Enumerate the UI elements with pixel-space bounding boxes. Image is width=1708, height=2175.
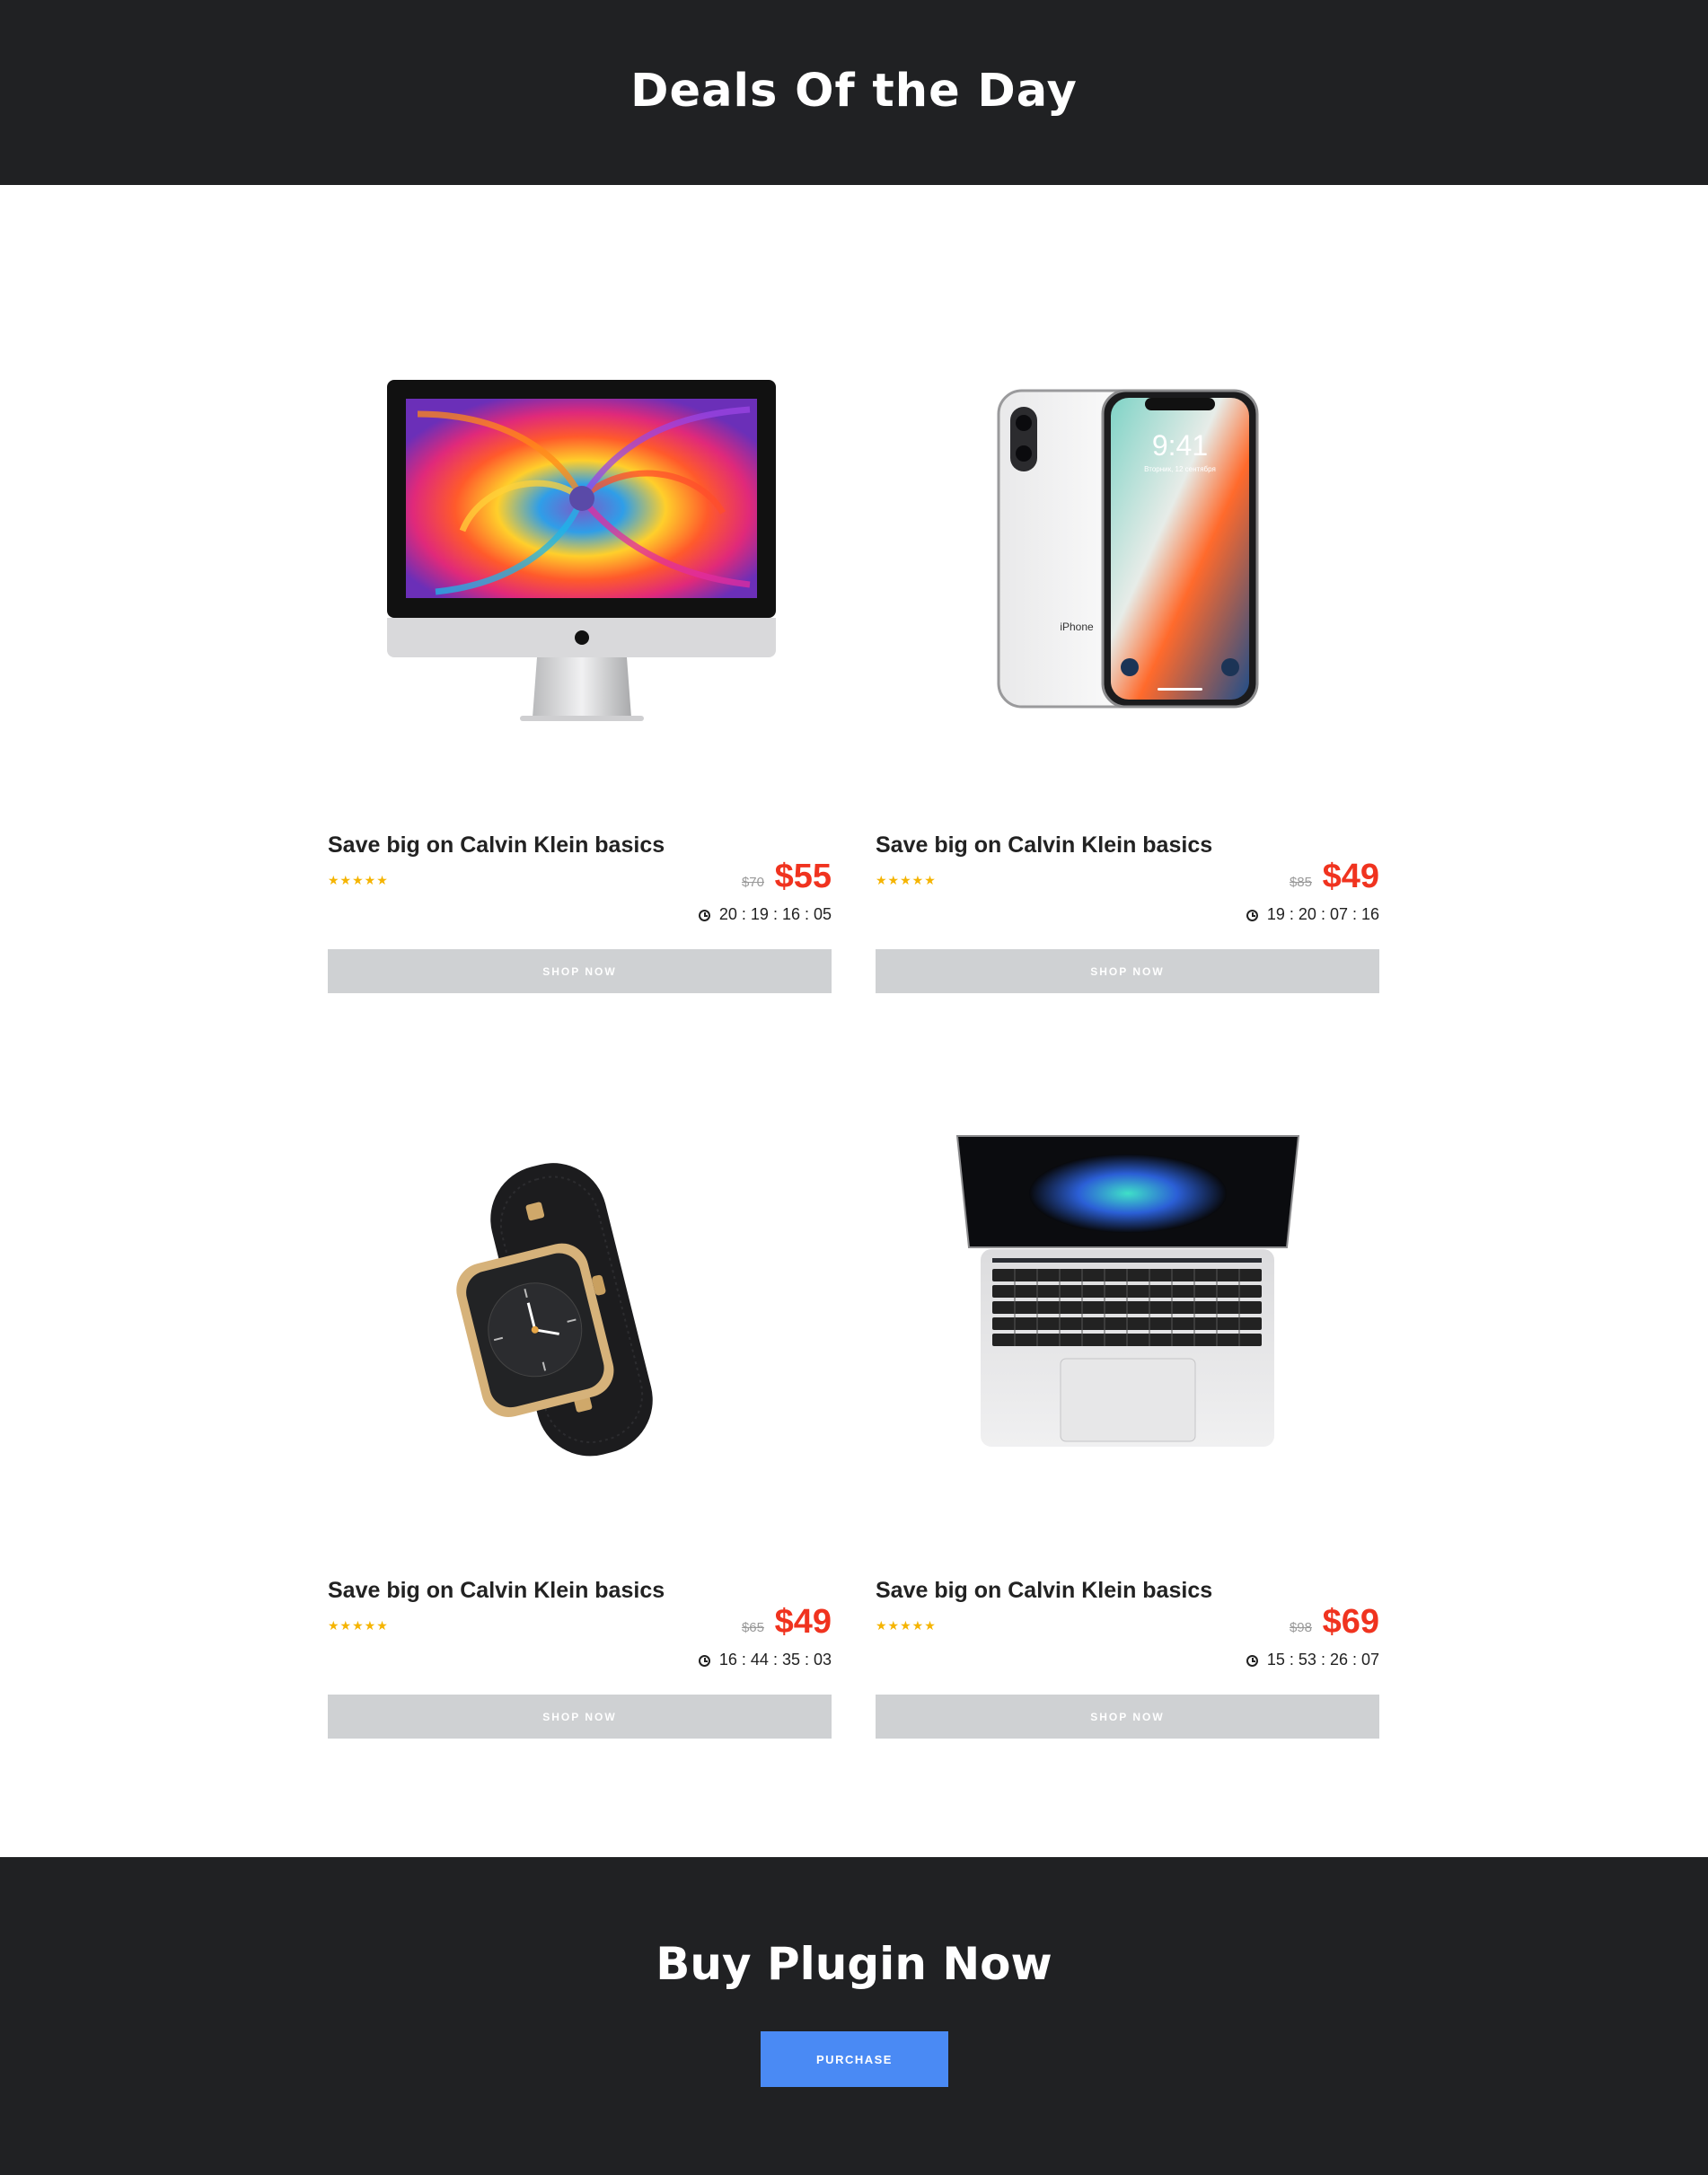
countdown-value: 20 : 19 : 16 : 05 [718,905,832,923]
macbook-image [955,1135,1300,1447]
shop-now-button[interactable]: SHOP NOW [876,949,1379,993]
product-image[interactable] [328,378,832,782]
shop-now-button[interactable]: SHOP NOW [328,949,832,993]
sale-price: $49 [1322,858,1379,895]
clock-icon [698,910,710,921]
countdown-timer: 19 : 20 : 07 : 16 [1246,905,1379,924]
footer-title: Buy Plugin Now [656,1938,1052,1990]
product-title[interactable]: Save big on Calvin Klein basics [876,832,1212,859]
clock-icon [1246,1655,1258,1667]
countdown-value: 16 : 44 : 35 : 03 [718,1651,832,1669]
sale-price: $55 [774,858,832,895]
countdown-timer: 20 : 19 : 16 : 05 [698,905,832,924]
countdown-timer: 15 : 53 : 26 : 07 [1246,1651,1379,1669]
sale-price: $69 [1322,1603,1379,1641]
old-price: $85 [1289,875,1312,890]
sale-price: $49 [774,1603,832,1641]
deals-header: Deals Of the Day [0,0,1708,185]
product-image[interactable] [328,1123,832,1528]
old-price: $98 [1289,1620,1312,1635]
shop-now-button[interactable]: SHOP NOW [328,1695,832,1739]
countdown-value: 15 : 53 : 26 : 07 [1266,1651,1379,1669]
svg-text:iPhone: iPhone [1060,621,1094,633]
rating-stars: ★★★★★ [328,873,389,887]
old-price: $65 [741,1620,764,1635]
purchase-button[interactable]: PURCHASE [761,2031,948,2087]
rating-stars: ★★★★★ [876,873,937,887]
iphone-image: iPhone 9:41 Вторник, 12 сентября [997,389,1259,709]
product-image[interactable]: iPhone 9:41 Вторник, 12 сентября [876,378,1379,782]
product-title[interactable]: Save big on Calvin Klein basics [328,832,665,859]
countdown-value: 19 : 20 : 07 : 16 [1266,905,1379,923]
old-price: $70 [741,875,764,890]
apple-watch-image [456,1163,653,1457]
product-title[interactable]: Save big on Calvin Klein basics [876,1578,1212,1604]
clock-icon [1246,910,1258,921]
svg-text:9:41: 9:41 [1152,429,1208,462]
imac-image [387,380,776,721]
section-title: Deals Of the Day [630,65,1078,118]
rating-stars: ★★★★★ [876,1618,937,1633]
countdown-timer: 16 : 44 : 35 : 03 [698,1651,832,1669]
svg-text:Вторник, 12 сентября: Вторник, 12 сентября [1144,465,1216,473]
shop-now-button[interactable]: SHOP NOW [876,1695,1379,1739]
buy-plugin-footer: Buy Plugin Now PURCHASE [0,1857,1708,2175]
rating-stars: ★★★★★ [328,1618,389,1633]
product-image[interactable] [876,1123,1379,1528]
clock-icon [698,1655,710,1667]
product-title[interactable]: Save big on Calvin Klein basics [328,1578,665,1604]
